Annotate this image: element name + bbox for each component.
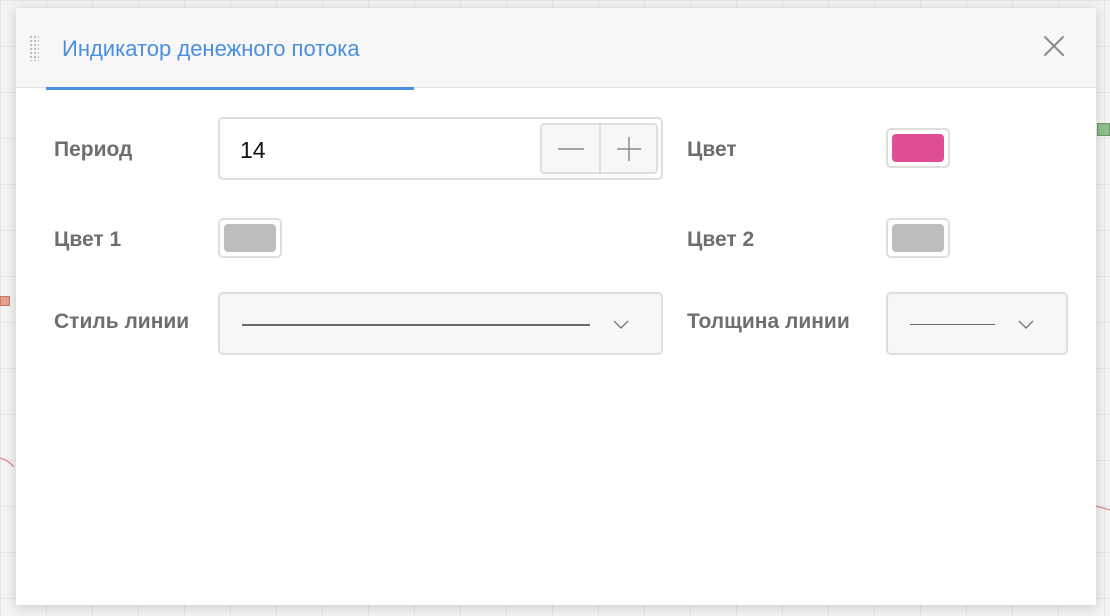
color1-swatch-fill xyxy=(224,224,276,252)
close-button[interactable] xyxy=(1040,32,1068,60)
background-chart-line xyxy=(1096,505,1110,511)
background-candle xyxy=(0,296,10,306)
chevron-down-icon xyxy=(1018,320,1034,329)
increment-button[interactable] xyxy=(599,125,656,172)
line-width-select[interactable] xyxy=(886,292,1068,355)
period-value[interactable]: 14 xyxy=(240,137,266,164)
decrement-button[interactable] xyxy=(542,125,599,172)
color1-swatch[interactable] xyxy=(218,218,282,258)
line-width-preview xyxy=(910,324,995,325)
plus-icon xyxy=(616,136,641,161)
background-chart-line xyxy=(0,457,15,468)
chevron-down-icon xyxy=(613,320,629,329)
color-label: Цвет xyxy=(687,138,737,161)
period-input[interactable]: 14 xyxy=(218,117,663,180)
dialog-header: Индикатор денежного потока xyxy=(16,8,1096,90)
line-width-label: Толщина линии xyxy=(687,310,850,333)
minus-icon xyxy=(557,147,584,150)
period-stepper xyxy=(540,123,658,174)
color2-swatch-fill xyxy=(892,224,944,252)
indicator-settings-dialog: Индикатор денежного потока Период 14 Цве… xyxy=(16,8,1096,605)
color2-label: Цвет 2 xyxy=(687,228,755,251)
dialog-title: Индикатор денежного потока xyxy=(62,36,360,61)
period-label: Период xyxy=(54,138,133,161)
line-style-select[interactable] xyxy=(218,292,663,355)
background-candle xyxy=(1097,123,1110,136)
color-swatch[interactable] xyxy=(886,128,950,168)
line-style-label: Стиль линии xyxy=(54,310,190,333)
color2-swatch[interactable] xyxy=(886,218,950,258)
line-style-preview xyxy=(242,324,590,326)
color-swatch-fill xyxy=(892,134,944,162)
tab-settings[interactable]: Индикатор денежного потока xyxy=(46,8,414,90)
color1-label: Цвет 1 xyxy=(54,228,122,251)
drag-handle-icon[interactable] xyxy=(29,35,39,61)
close-icon xyxy=(1044,36,1064,56)
